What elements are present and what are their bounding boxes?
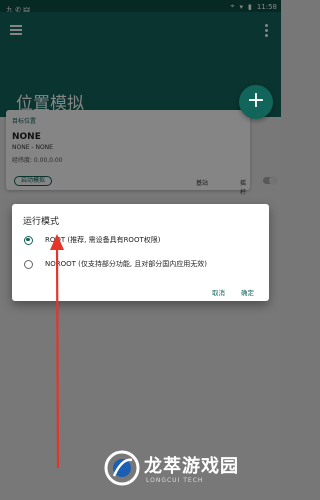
watermark-text: 龙萃游戏园: [144, 456, 239, 477]
annotation-arrow: [50, 234, 64, 469]
watermark: 龙萃游戏园 LONGCUI TECH: [102, 448, 272, 488]
watermark-subtext: LONGCUI TECH: [146, 477, 204, 484]
watermark-logo-icon: [104, 450, 140, 486]
add-fab-button[interactable]: +: [239, 85, 273, 119]
